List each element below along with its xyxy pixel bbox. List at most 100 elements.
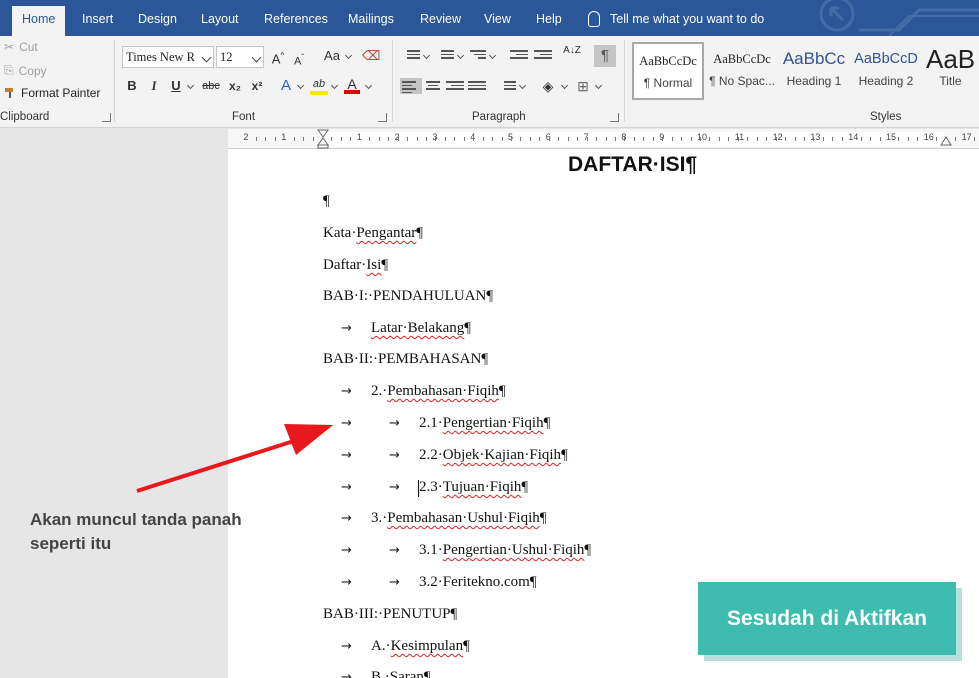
chevron-down-icon: [488, 51, 497, 60]
pilcrow: ¶: [543, 415, 551, 431]
line-text-misspelled: Kesimpulan: [390, 638, 464, 654]
align-right-icon[interactable]: [446, 79, 464, 95]
cut-button[interactable]: ✂ Cut: [4, 40, 38, 54]
font-color-label: A: [347, 76, 357, 92]
borders-button[interactable]: ⊞: [574, 76, 592, 98]
line-text: A.·: [371, 638, 391, 654]
tab-arrow-mark: →: [389, 480, 400, 495]
tab-insert[interactable]: Insert: [72, 6, 123, 36]
tab-design[interactable]: Design: [128, 6, 187, 36]
shrink-font-button[interactable]: Aˇ: [292, 48, 306, 70]
format-painter-label: Format Painter: [21, 86, 101, 100]
ruler-tick: [652, 137, 654, 141]
show-hide-marks-button[interactable]: ¶: [594, 45, 616, 67]
line-text: 2.3·: [419, 479, 443, 495]
ruler-number: 1: [356, 132, 362, 142]
ruler-tick: [633, 137, 635, 141]
style-heading-2[interactable]: AaBbCcD Heading 2: [850, 42, 922, 100]
tell-me-search[interactable]: Tell me what you want to do: [588, 6, 764, 32]
ruler-tick: [539, 137, 541, 141]
toc-line-bab-2: BAB·II:·PEMBAHASAN¶: [323, 351, 489, 367]
line-text: Kata·: [323, 225, 357, 241]
format-painter-button[interactable]: Format Painter: [4, 86, 100, 100]
ruler-tick: [605, 137, 607, 141]
ruler-tick: [397, 137, 399, 141]
toc-line-pembahasan-fiqih: 2.·Pembahasan·Fiqih¶: [371, 383, 506, 400]
italic-button[interactable]: I: [146, 76, 162, 98]
tab-view[interactable]: View: [474, 6, 521, 36]
ruler-tick: [511, 137, 512, 141]
toc-line-2-1: 2.1·Pengertian·Fiqih¶: [419, 415, 550, 432]
style-no-spacing[interactable]: AaBbCcDc ¶ No Spac...: [706, 42, 778, 100]
horizontal-ruler[interactable]: 211234567891011121314151617: [226, 129, 979, 149]
tab-help[interactable]: Help: [526, 6, 572, 36]
line-text: 2.2·: [419, 447, 443, 463]
ruler-tick: [813, 137, 815, 141]
tab-review[interactable]: Review: [410, 6, 471, 36]
style-title[interactable]: AaB Title: [922, 42, 979, 100]
justify-icon[interactable]: [468, 79, 486, 95]
style-name: ¶ No Spac...: [709, 74, 775, 88]
styles-group-label: Styles: [870, 111, 902, 123]
grow-font-button[interactable]: A^: [270, 46, 286, 68]
lightbulb-icon: [588, 11, 600, 27]
align-left-icon[interactable]: [400, 78, 422, 94]
tab-arrow-mark: →: [389, 448, 400, 463]
empty-paragraph: ¶: [323, 193, 330, 209]
chevron-down-icon: [201, 52, 212, 63]
ruler-tick: [690, 137, 692, 141]
chevron-down-icon: [560, 81, 569, 90]
tab-home[interactable]: Home: [12, 6, 66, 36]
toc-line-2-3: 2.3·Tujuan·Fiqih¶: [419, 479, 528, 496]
underline-button[interactable]: U: [168, 76, 184, 98]
tab-arrow-mark: →: [341, 321, 352, 336]
superscript-button[interactable]: x²: [248, 76, 266, 98]
tab-layout[interactable]: Layout: [191, 6, 249, 36]
ruler-tick: [577, 137, 579, 141]
paragraph-launcher[interactable]: [610, 113, 619, 122]
multilevel-list-icon[interactable]: [468, 48, 486, 64]
font-name-combo[interactable]: Times New R: [122, 46, 214, 68]
tab-arrow-mark: →: [341, 384, 352, 399]
text-effects-button[interactable]: A: [278, 76, 294, 98]
pilcrow: ¶: [498, 383, 506, 399]
bullets-icon[interactable]: [402, 48, 420, 64]
line-spacing-icon[interactable]: [498, 79, 516, 95]
tab-references[interactable]: References: [254, 6, 338, 36]
style-name: Heading 2: [858, 74, 914, 88]
font-size-combo[interactable]: 12: [216, 46, 264, 68]
increase-indent-icon[interactable]: [534, 48, 552, 64]
ruler-tick: [756, 137, 758, 141]
clear-formatting-button[interactable]: ⌫: [362, 46, 380, 68]
copy-button[interactable]: ⎘ Copy: [4, 63, 47, 78]
decrease-indent-icon[interactable]: [510, 48, 528, 64]
bold-button[interactable]: B: [124, 76, 140, 98]
strikethrough-button[interactable]: abc: [200, 76, 222, 98]
indent-marker-icon[interactable]: [317, 129, 329, 149]
right-indent-marker-icon[interactable]: [940, 133, 952, 147]
style-normal[interactable]: AaBbCcDc ¶ Normal: [632, 42, 704, 100]
font-color-button[interactable]: A: [344, 74, 360, 96]
font-launcher[interactable]: [378, 113, 387, 122]
shading-button[interactable]: ◈: [538, 76, 558, 98]
ruler-tick: [860, 137, 862, 141]
bold-label: B: [127, 78, 137, 93]
numbering-icon[interactable]: [436, 48, 454, 64]
ruler-tick: [454, 137, 456, 141]
style-heading-1[interactable]: AaBbCc Heading 1: [778, 42, 850, 100]
sort-button[interactable]: A↓Z: [562, 46, 582, 68]
highlight-button[interactable]: ab: [310, 74, 328, 96]
clipboard-launcher[interactable]: [102, 113, 111, 122]
ruler-tick: [558, 137, 560, 141]
paint-bucket-icon: ◈: [542, 78, 554, 94]
pilcrow: ¶: [381, 257, 389, 273]
subscript-button[interactable]: x₂: [226, 76, 244, 98]
chevron-down-icon: [251, 52, 262, 63]
tab-mailings[interactable]: Mailings: [338, 6, 404, 36]
align-center-icon[interactable]: [424, 79, 442, 95]
ruler-number: 2: [243, 132, 249, 142]
change-case-button[interactable]: Aa: [320, 46, 344, 68]
ruler-number: 11: [734, 132, 745, 142]
ruler-tick: [700, 137, 701, 141]
ruler-tick: [416, 137, 418, 141]
